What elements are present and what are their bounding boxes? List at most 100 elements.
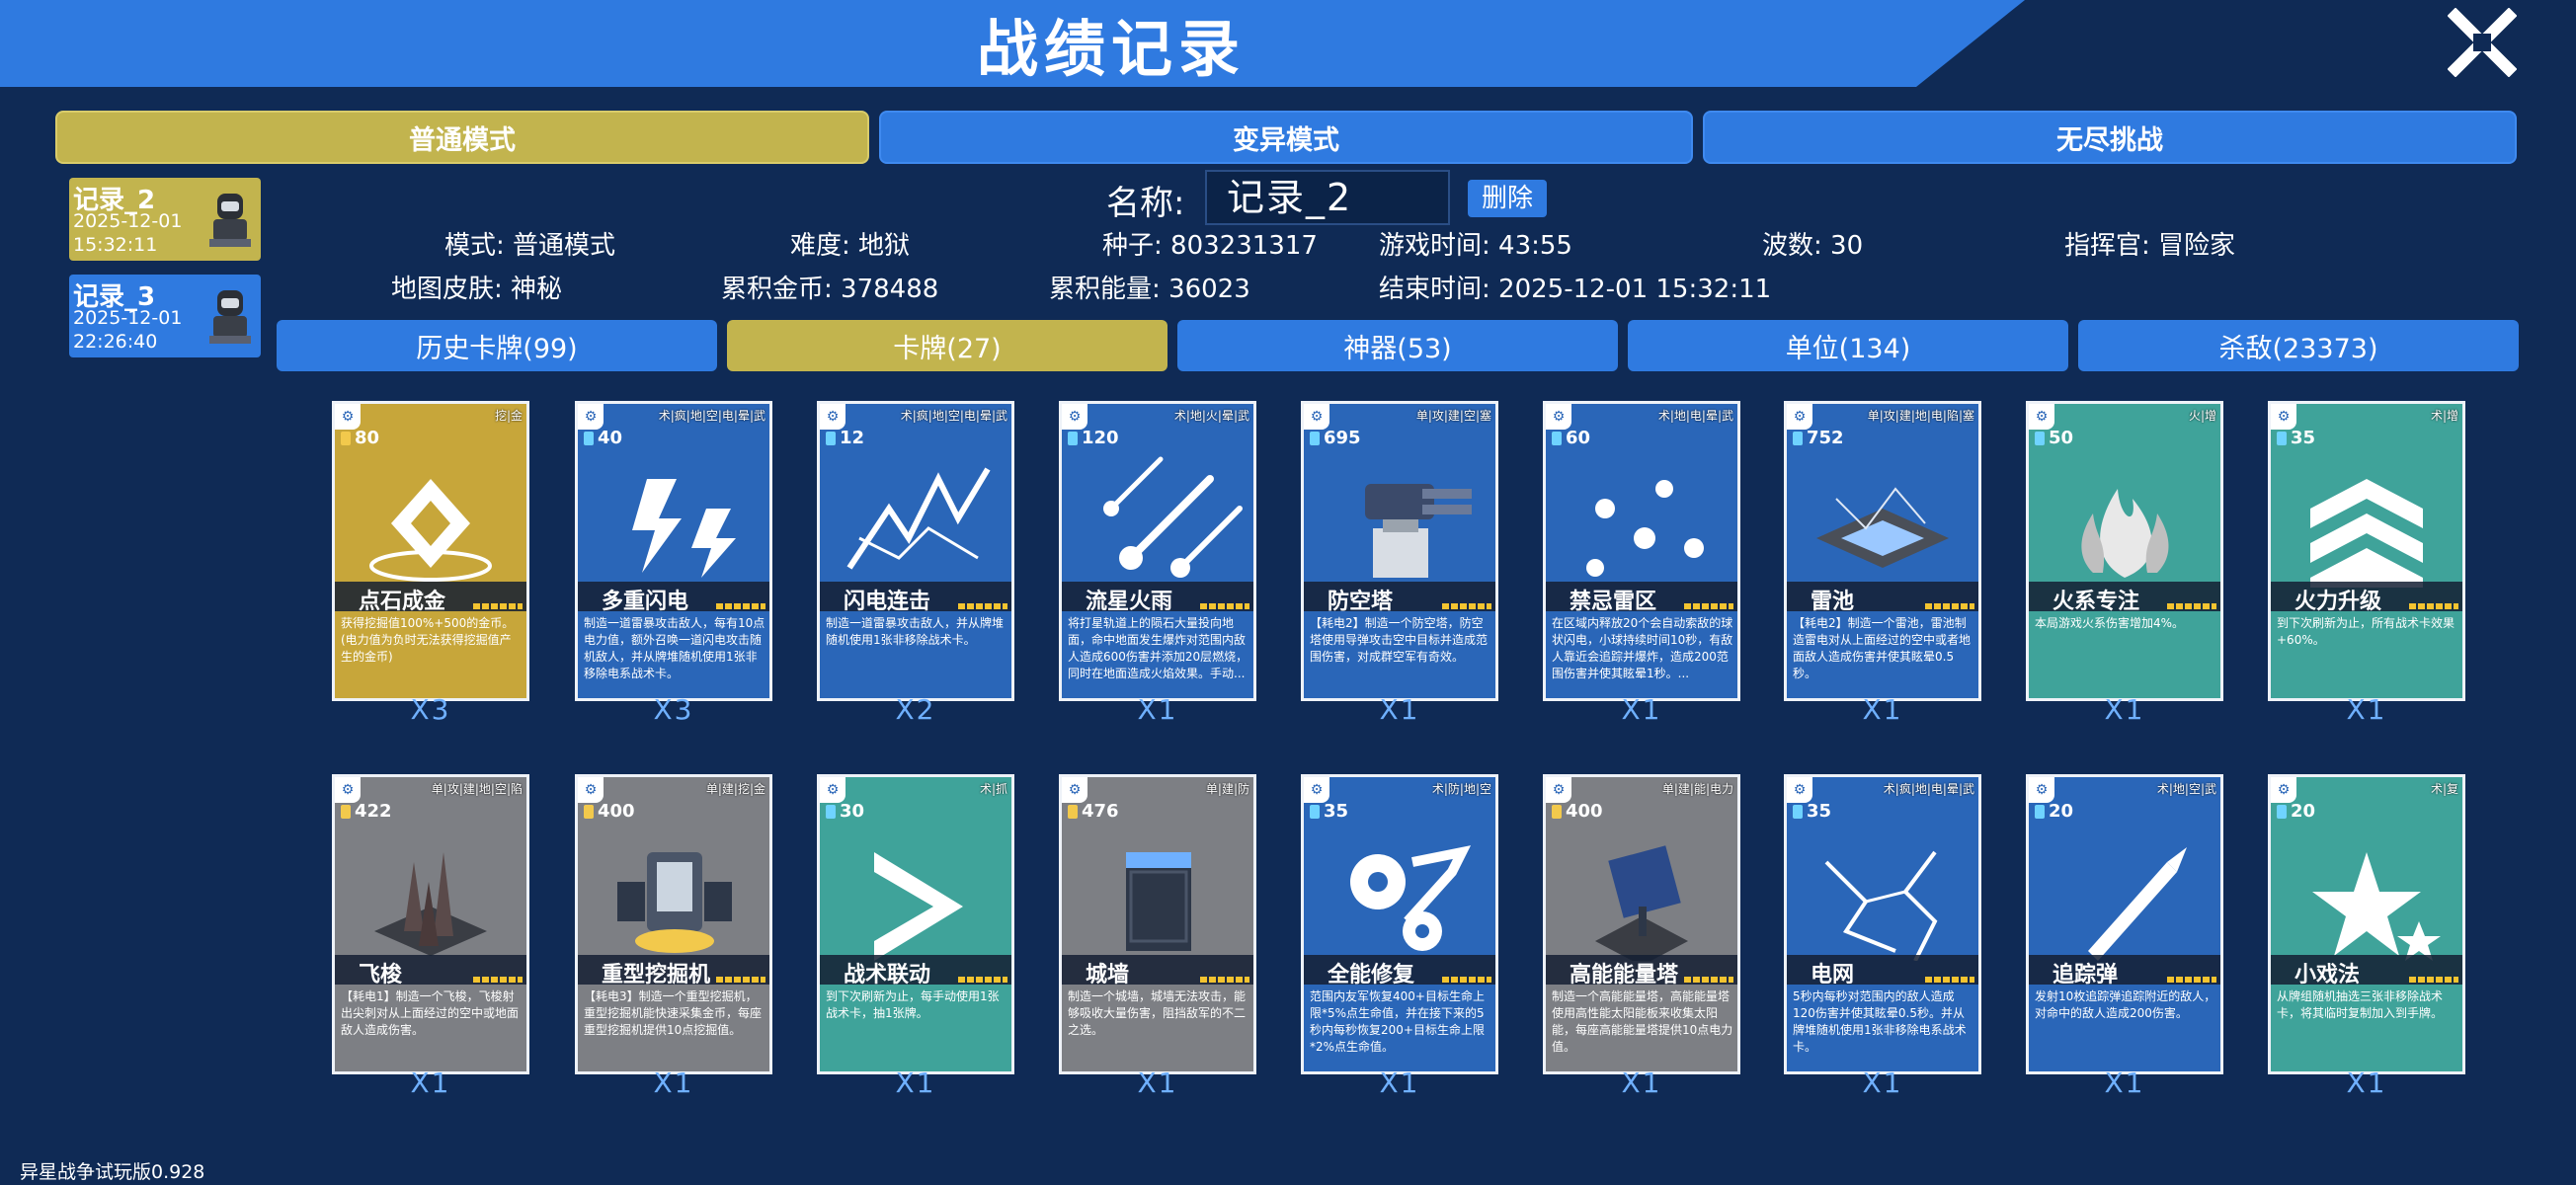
- card-description: 在区域内释放20个会自动索敌的球状闪电，小球持续时间10秒，有敌人靠近会追踪并爆…: [1552, 616, 1733, 680]
- card-cost-value: 35: [1807, 801, 1832, 822]
- record-name-input[interactable]: 记录_2: [1205, 170, 1450, 225]
- cost-gem-icon: [2277, 431, 2287, 445]
- card-cost-value: 422: [355, 801, 392, 822]
- rarity-stars-icon: [1200, 603, 1249, 609]
- card-nameplate: 闪电连击: [820, 582, 1011, 614]
- card[interactable]: ⚙ 术|疯|地|空|电|晕|武 40 多重闪电 制造一道雷暴攻击敌人，每有10点电力值，…: [575, 401, 772, 701]
- card-cost: 422: [341, 801, 392, 822]
- cost-gem-icon: [826, 804, 836, 819]
- card-cost-value: 60: [1566, 428, 1591, 448]
- tab-units[interactable]: 单位(134): [1628, 320, 2068, 371]
- card[interactable]: ⚙ 术|增 35 火力升级 到下次刷新为止，所有战术卡效果+60%。: [2268, 401, 2465, 701]
- card[interactable]: ⚙ 术|复 20 小戏法 从牌组随机抽选三张非移除战术卡，将其临时复制加入到手牌。: [2268, 774, 2465, 1074]
- card-description: 【耗电2】制造一个雷池，雷池制造雷电对从上面经过的空中或者地面敌人造成伤害并使其…: [1793, 616, 1972, 680]
- card-name: 禁忌雷区: [1570, 590, 1657, 614]
- record-time: 15:32:11: [73, 234, 158, 256]
- card-type-icon: ⚙: [1062, 777, 1087, 803]
- card-tags: 单|攻|建|地|电|陷|塞: [1867, 409, 1974, 423]
- card-description: 制造一个城墙，城墙无法攻击，能够吸收大量伤害，阻挡敌军的不二之选。: [1068, 989, 1247, 1037]
- drill-art-icon: [617, 852, 732, 953]
- close-button[interactable]: [2447, 7, 2518, 78]
- card-cost: 40: [584, 428, 622, 448]
- card-count: X1: [1862, 1066, 1903, 1099]
- cost-gem-icon: [1310, 804, 1320, 819]
- card-nameplate: 火系专注: [2029, 582, 2220, 614]
- record-item[interactable]: 记录_2 2025-12-01 15:32:11: [69, 178, 261, 261]
- card-nameplate: 战术联动: [820, 955, 1011, 988]
- card[interactable]: ⚙ 单|攻|建|空|塞 695 防空塔 【耗电2】制造一个防空塔，防空塔使用导弹攻击空中…: [1301, 401, 1498, 701]
- info-game-time: 游戏时间: 43:55: [1379, 231, 1572, 261]
- record-item[interactable]: 记录_3 2025-12-01 22:26:40: [69, 275, 261, 357]
- tab-history-cards[interactable]: 历史卡牌(99): [277, 320, 717, 371]
- card-nameplate: 点石成金: [335, 582, 526, 614]
- cost-gem-icon: [1552, 804, 1562, 819]
- record-datetime: 2025-12-01 22:26:40: [73, 306, 182, 354]
- card-tags: 术|疯|地|空|电|晕|武: [658, 409, 765, 423]
- card-cost: 50: [2035, 428, 2073, 448]
- card[interactable]: ⚙ 术|防|地|空 35 全能修复 范围内友军恢复400+目标生命上限*5%点生命值，并…: [1301, 774, 1498, 1074]
- card-name: 火系专注: [2053, 590, 2140, 614]
- solar-art-icon: [1595, 845, 1688, 961]
- card-cost-value: 20: [2291, 801, 2316, 822]
- turret-art-icon: [1365, 484, 1472, 578]
- card[interactable]: ⚙ 术|疯|地|空|电|晕|武 12 闪电连击 制造一道雷暴攻击敌人，并从牌堆随机使用1…: [817, 401, 1014, 701]
- info-end-time: 结束时间: 2025-12-01 15:32:11: [1379, 275, 1772, 304]
- card[interactable]: ⚙ 单|攻|建|地|空|陷 422 飞梭 【耗电1】制造一个飞梭，飞梭射出尖刺对从上面经…: [332, 774, 529, 1074]
- card-description: 发射10枚追踪弹追踪附近的敌人，对命中的敌人造成200伤害。: [2035, 989, 2216, 1020]
- cost-gem-icon: [1310, 431, 1320, 445]
- tab-kills[interactable]: 杀敌(23373): [2078, 320, 2519, 371]
- card-cost: 35: [1310, 801, 1348, 822]
- card-nameplate: 雷池: [1787, 582, 1978, 614]
- card-type-icon: ⚙: [1304, 404, 1329, 430]
- delete-button[interactable]: 删除: [1468, 180, 1547, 217]
- info-seed: 种子: 803231317: [1102, 231, 1318, 261]
- card[interactable]: ⚙ 单|建|防 476 城墙 制造一个城墙，城墙无法攻击，能够吸收大量伤害，阻挡敌军的不…: [1059, 774, 1256, 1074]
- rarity-stars-icon: [473, 977, 523, 983]
- card-name: 高能能量塔: [1570, 963, 1679, 988]
- card[interactable]: ⚙ 术|抓 30 战术联动 到下次刷新为止，每手动使用1张战术卡，抽1张牌。: [817, 774, 1014, 1074]
- card[interactable]: ⚙ 火|增 50 火系专注 本局游戏火系伤害增加4%。: [2026, 401, 2223, 701]
- card-nameplate: 高能能量塔: [1546, 955, 1737, 988]
- card-count: X2: [895, 693, 936, 726]
- card[interactable]: ⚙ 术|地|电|晕|武 60 禁忌雷区 在区域内释放20个会自动索敌的球状闪电，小球持续…: [1543, 401, 1740, 701]
- card-nameplate: 追踪弹: [2029, 955, 2220, 988]
- card[interactable]: ⚙ 单|建|挖|金 400 重型挖掘机 【耗电3】制造一个重型挖掘机，重型挖掘机能快速采…: [575, 774, 772, 1074]
- commander-avatar-icon: [209, 194, 251, 247]
- tab-normal-mode[interactable]: 普通模式: [55, 111, 869, 164]
- card-tags: 术|增: [2430, 409, 2458, 423]
- card-name: 点石成金: [359, 590, 446, 614]
- card-cost-value: 12: [840, 428, 865, 448]
- card-tags: 术|地|电|晕|武: [1657, 409, 1733, 423]
- tab-endless-challenge[interactable]: 无尽挑战: [1703, 111, 2517, 164]
- rarity-stars-icon: [2409, 977, 2458, 983]
- card[interactable]: ⚙ 术|地|空|武 20 追踪弹 发射10枚追踪弹追踪附近的敌人，对命中的敌人造成200…: [2026, 774, 2223, 1074]
- card[interactable]: ⚙ 术|地|火|晕|武 120 流星火雨 将打星轨道上的陨石大量投向地面，命中地面发生爆…: [1059, 401, 1256, 701]
- card[interactable]: ⚙ 术|疯|地|电|晕|武 35 电网 5秒内每秒对范围内的敌人造成120伤害并使其眩晕…: [1784, 774, 1981, 1074]
- card-name: 城墙: [1086, 963, 1130, 988]
- tab-cards[interactable]: 卡牌(27): [727, 320, 1167, 371]
- card-description: 从牌组随机抽选三张非移除战术卡，将其临时复制加入到手牌。: [2277, 989, 2444, 1020]
- tab-label: 单位(134): [1785, 333, 1911, 364]
- card-description: 到下次刷新为止，所有战术卡效果+60%。: [2277, 616, 2455, 647]
- card-nameplate: 全能修复: [1304, 955, 1495, 988]
- card-description: 【耗电1】制造一个飞梭，飞梭射出尖刺对从上面经过的空中或地面敌人造成伤害。: [341, 989, 520, 1037]
- net-art-icon: [1824, 850, 1938, 961]
- card-cost: 752: [1793, 428, 1844, 448]
- card-type-icon: ⚙: [1304, 777, 1329, 803]
- card-name: 电网: [1811, 963, 1855, 988]
- card[interactable]: ⚙ 单|攻|建|地|电|陷|塞 752 雷池 【耗电2】制造一个雷池，雷池制造雷电对从上…: [1784, 401, 1981, 701]
- info-map-skin: 地图皮肤: 神秘: [391, 275, 563, 304]
- commander-avatar-icon: [209, 290, 251, 344]
- rarity-stars-icon: [1442, 603, 1491, 609]
- tab-mutation-mode[interactable]: 变异模式: [879, 111, 1693, 164]
- card-cost: 12: [826, 428, 864, 448]
- card-name: 追踪弹: [2053, 963, 2119, 988]
- card-type-icon: ⚙: [335, 404, 361, 430]
- card[interactable]: ⚙ 挖|金 80 点石成金 获得挖掘值100%+500的金币。(电力值为负时无法获得挖掘…: [332, 401, 529, 701]
- tab-artifacts[interactable]: 神器(53): [1177, 320, 1618, 371]
- card-cost-value: 40: [598, 428, 623, 448]
- card-tags: 术|疯|地|电|晕|武: [1883, 782, 1974, 796]
- info-total-energy: 累积能量: 36023: [1049, 275, 1250, 304]
- card[interactable]: ⚙ 单|建|能|电力 400 高能能量塔 制造一个高能能量塔，高能能量塔使用高性能太阳能…: [1543, 774, 1740, 1074]
- card-type-icon: ⚙: [1546, 404, 1571, 430]
